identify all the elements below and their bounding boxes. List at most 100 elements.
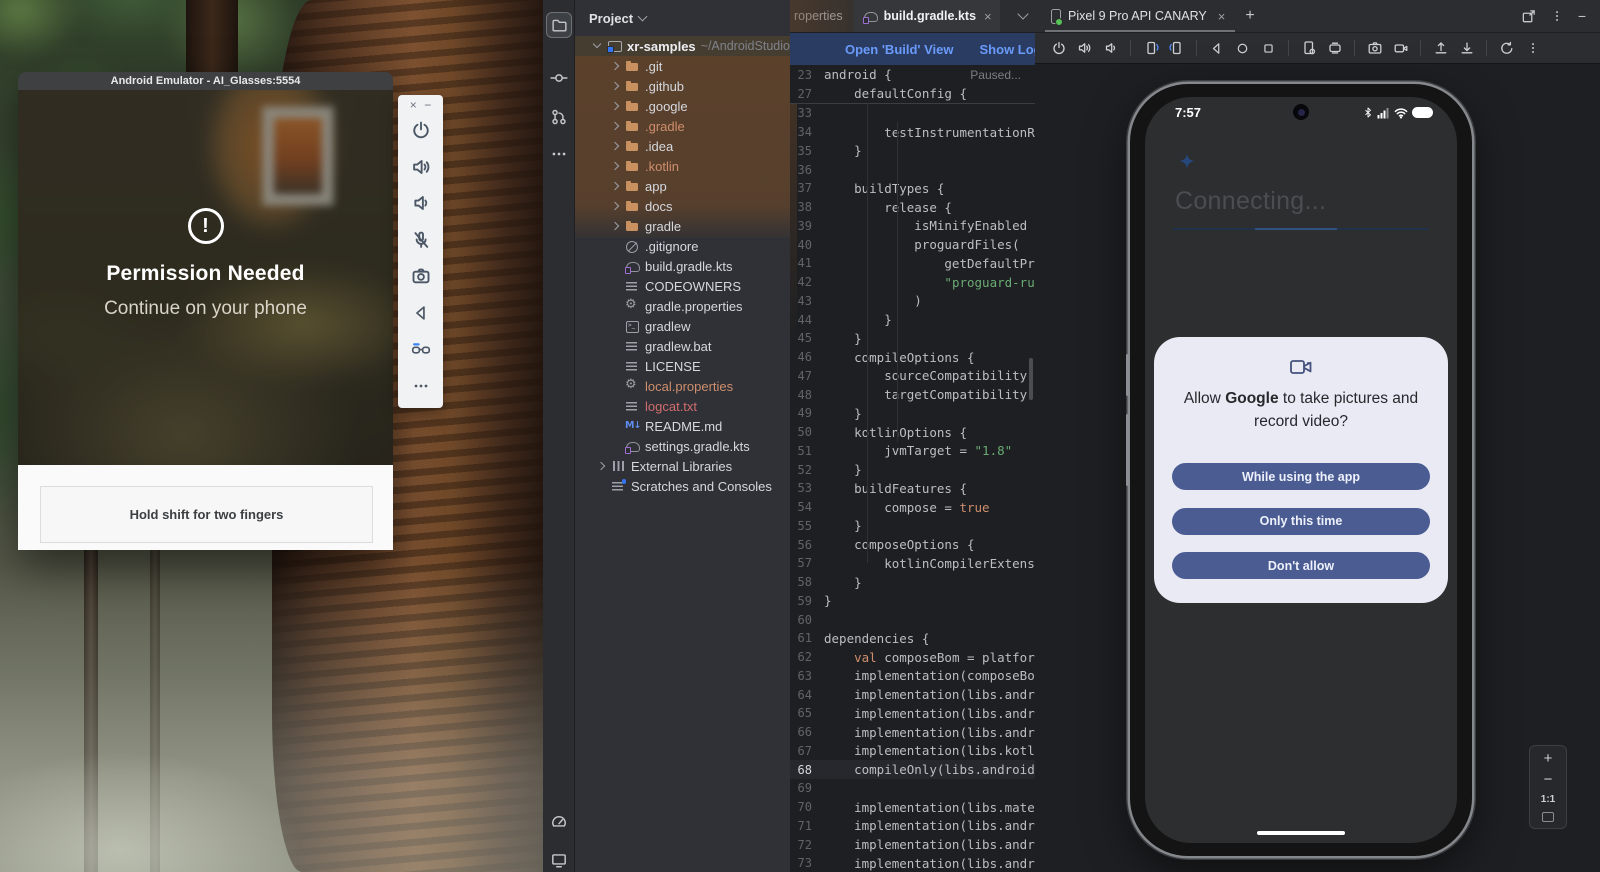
tab-build-gradle-kts[interactable]: build.gradle.kts × [853,0,1000,32]
chevron-icon[interactable] [611,182,620,191]
chevron-icon[interactable] [593,42,602,51]
line-number: 51 [790,444,824,458]
tree-item[interactable]: gradlew [575,316,790,336]
mirror-device-button[interactable] [1323,37,1346,60]
tree-item[interactable]: External Libraries [575,456,790,476]
android-back-button[interactable] [1205,37,1228,60]
chevron-icon[interactable] [611,142,620,151]
chevron-icon[interactable] [611,162,620,171]
chevron-icon[interactable] [611,62,620,71]
close-icon[interactable]: × [410,98,417,112]
tree-item[interactable]: .github [575,76,790,96]
tree-item[interactable]: docs [575,196,790,216]
tree-item[interactable]: .gradle [575,116,790,136]
while-using-app-button[interactable]: While using the app [1172,463,1430,490]
dont-allow-button[interactable]: Don't allow [1172,552,1430,579]
mic-off-icon[interactable] [403,222,439,259]
chevron-icon[interactable] [597,462,606,471]
tree-item[interactable]: LICENSE [575,356,790,376]
more-tool-windows-icon[interactable] [547,142,571,166]
close-device-tab-icon[interactable]: × [1214,9,1230,24]
device-tab[interactable]: Pixel 9 Pro API CANARY × [1045,0,1235,32]
more-options-icon[interactable] [403,368,439,405]
toolbar-kebab-icon[interactable] [1521,37,1544,60]
screen-record-button[interactable] [1389,37,1412,60]
open-build-view-link[interactable]: Open 'Build' View [845,42,954,57]
minimize-icon[interactable]: − [424,98,431,112]
camera-button[interactable] [403,258,439,295]
code-line: 50 kotlinOptions { [790,423,1035,442]
running-devices-tool-button[interactable] [547,848,571,872]
tree-item[interactable]: xr-samples ~/AndroidStudioProje [575,36,790,56]
chevron-icon[interactable] [611,222,620,231]
tree-item[interactable]: .idea [575,136,790,156]
tree-item[interactable]: build.gradle.kts [575,256,790,276]
tree-item[interactable]: gradle.properties [575,296,790,316]
device-power-button[interactable] [1047,37,1070,60]
permission-subtext: Continue on your phone [104,298,307,320]
line-number: 47 [790,369,824,383]
volume-down-button[interactable] [403,185,439,222]
chevron-icon[interactable] [611,122,620,131]
show-log-in-finder-link[interactable]: Show Log in Finder [980,42,1035,57]
home-indicator[interactable] [1257,831,1345,835]
tree-item-label: LICENSE [645,359,701,374]
device-volume-down-button[interactable] [1099,37,1122,60]
code-text: implementation(libs.andr [824,818,1035,833]
tree-item[interactable]: .gitignore [575,236,790,256]
share-button[interactable] [1429,37,1452,60]
tree-item[interactable]: gradlew.bat [575,336,790,356]
tree-item[interactable]: .git [575,56,790,76]
emulator-screen[interactable]: ! Permission Needed Continue on your pho… [18,90,393,465]
screenshot-button[interactable] [1363,37,1386,60]
open-in-new-window-icon[interactable] [1521,9,1536,24]
project-panel-header[interactable]: Project [575,0,790,36]
editor-scrollbar[interactable] [1029,358,1033,400]
rotate-left-button[interactable] [1139,37,1162,60]
profiler-tool-button[interactable] [547,810,571,834]
zoom-1to1-button[interactable]: 1:1 [1541,794,1555,805]
android-home-button[interactable] [1231,37,1254,60]
tree-item[interactable]: Scratches and Consoles [575,476,790,496]
tree-item[interactable]: CODEOWNERS [575,276,790,296]
tree-item[interactable]: gradle [575,216,790,236]
back-button[interactable] [403,295,439,332]
hidden-tabs-dropdown[interactable] [1019,0,1035,32]
power-button[interactable] [403,112,439,149]
code-text: proguardFiles( [824,237,1020,252]
chevron-icon[interactable] [611,82,620,91]
code-text: kotlinCompilerExtens [824,556,1035,571]
only-this-time-button[interactable]: Only this time [1172,508,1430,535]
tree-item[interactable]: app [575,176,790,196]
tree-item[interactable]: local.properties [575,376,790,396]
restore-snapshot-button[interactable] [1495,37,1518,60]
code-area[interactable]: 33 34 testInstrumentationR 35 } [790,104,1035,872]
chevron-icon[interactable] [611,202,620,211]
close-tab-icon[interactable]: × [982,9,992,24]
glasses-icon[interactable] [403,331,439,368]
hint-box: Hold shift for two fingers [40,486,373,543]
minimize-panel-icon[interactable]: − [1578,8,1586,24]
chevron-icon[interactable] [611,102,620,111]
add-device-tab-icon[interactable]: + [1235,7,1264,25]
tree-item[interactable]: .kotlin [575,156,790,176]
volume-up-button[interactable] [403,149,439,186]
tree-item[interactable]: README.md [575,416,790,436]
save-button[interactable] [1455,37,1478,60]
device-settings-button[interactable] [1297,37,1320,60]
phone-screen[interactable]: 7:57 Connecting... [1145,97,1457,843]
zoom-out-button[interactable]: − [1544,773,1553,787]
kebab-menu-icon[interactable] [1550,9,1564,23]
tab-gradle-properties[interactable]: roperties [790,0,853,32]
tree-item[interactable]: settings.gradle.kts [575,436,790,456]
pull-requests-tool-button[interactable] [547,105,571,129]
android-overview-button[interactable] [1257,37,1280,60]
rotate-right-button[interactable] [1165,37,1188,60]
device-volume-up-button[interactable] [1073,37,1096,60]
zoom-in-button[interactable]: + [1544,752,1553,766]
project-tool-button[interactable] [547,13,571,37]
tree-item[interactable]: .google [575,96,790,116]
commit-tool-button[interactable] [547,66,571,90]
zoom-fit-button[interactable] [1542,812,1554,822]
tree-item[interactable]: logcat.txt [575,396,790,416]
